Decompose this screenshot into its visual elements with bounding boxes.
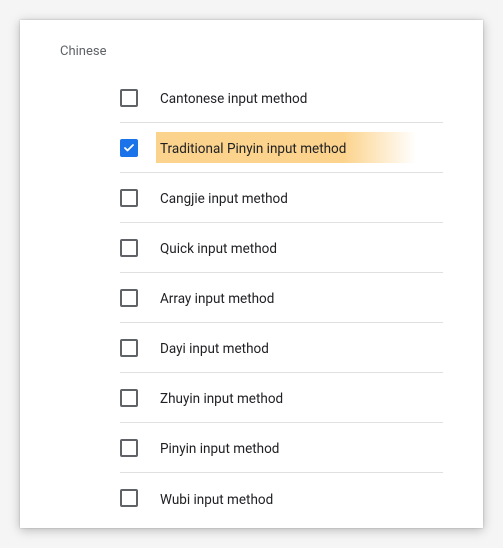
input-method-traditional-pinyin-checkbox[interactable] — [120, 139, 138, 157]
input-method-cangjie-checkbox[interactable] — [120, 189, 138, 207]
input-method-pinyin-checkbox[interactable] — [120, 439, 138, 457]
input-method-dayi-label[interactable]: Dayi input method — [160, 341, 269, 357]
input-method-wubi-checkbox[interactable] — [120, 489, 138, 507]
input-method-quick-label[interactable]: Quick input method — [160, 241, 277, 257]
input-method-wubi-label[interactable]: Wubi input method — [160, 492, 273, 508]
section-title: Chinese — [40, 44, 463, 59]
input-method-list: Cantonese input method Traditional Pinyin… — [40, 73, 463, 523]
input-method-pinyin[interactable]: Pinyin input method — [120, 423, 443, 473]
input-method-zhuyin-label[interactable]: Zhuyin input method — [160, 391, 283, 407]
input-method-array-label[interactable]: Array input method — [160, 291, 274, 307]
input-method-quick[interactable]: Quick input method — [120, 223, 443, 273]
check-icon — [123, 142, 135, 154]
input-method-pinyin-label[interactable]: Pinyin input method — [160, 441, 279, 457]
input-method-traditional-pinyin-label[interactable]: Traditional Pinyin input method — [160, 141, 346, 157]
input-method-cantonese-checkbox[interactable] — [120, 89, 138, 107]
input-method-dayi[interactable]: Dayi input method — [120, 323, 443, 373]
input-method-cangjie[interactable]: Cangjie input method — [120, 173, 443, 223]
input-method-array[interactable]: Array input method — [120, 273, 443, 323]
input-method-traditional-pinyin[interactable]: Traditional Pinyin input method — [120, 123, 443, 173]
input-method-cantonese-label[interactable]: Cantonese input method — [160, 91, 307, 107]
input-method-panel: Chinese Cantonese input method Traditiona… — [20, 20, 483, 528]
input-method-zhuyin-checkbox[interactable] — [120, 389, 138, 407]
input-method-wubi[interactable]: Wubi input method — [120, 473, 443, 523]
input-method-zhuyin[interactable]: Zhuyin input method — [120, 373, 443, 423]
input-method-cantonese[interactable]: Cantonese input method — [120, 73, 443, 123]
input-method-quick-checkbox[interactable] — [120, 239, 138, 257]
input-method-array-checkbox[interactable] — [120, 289, 138, 307]
input-method-cangjie-label[interactable]: Cangjie input method — [160, 191, 288, 207]
input-method-dayi-checkbox[interactable] — [120, 339, 138, 357]
